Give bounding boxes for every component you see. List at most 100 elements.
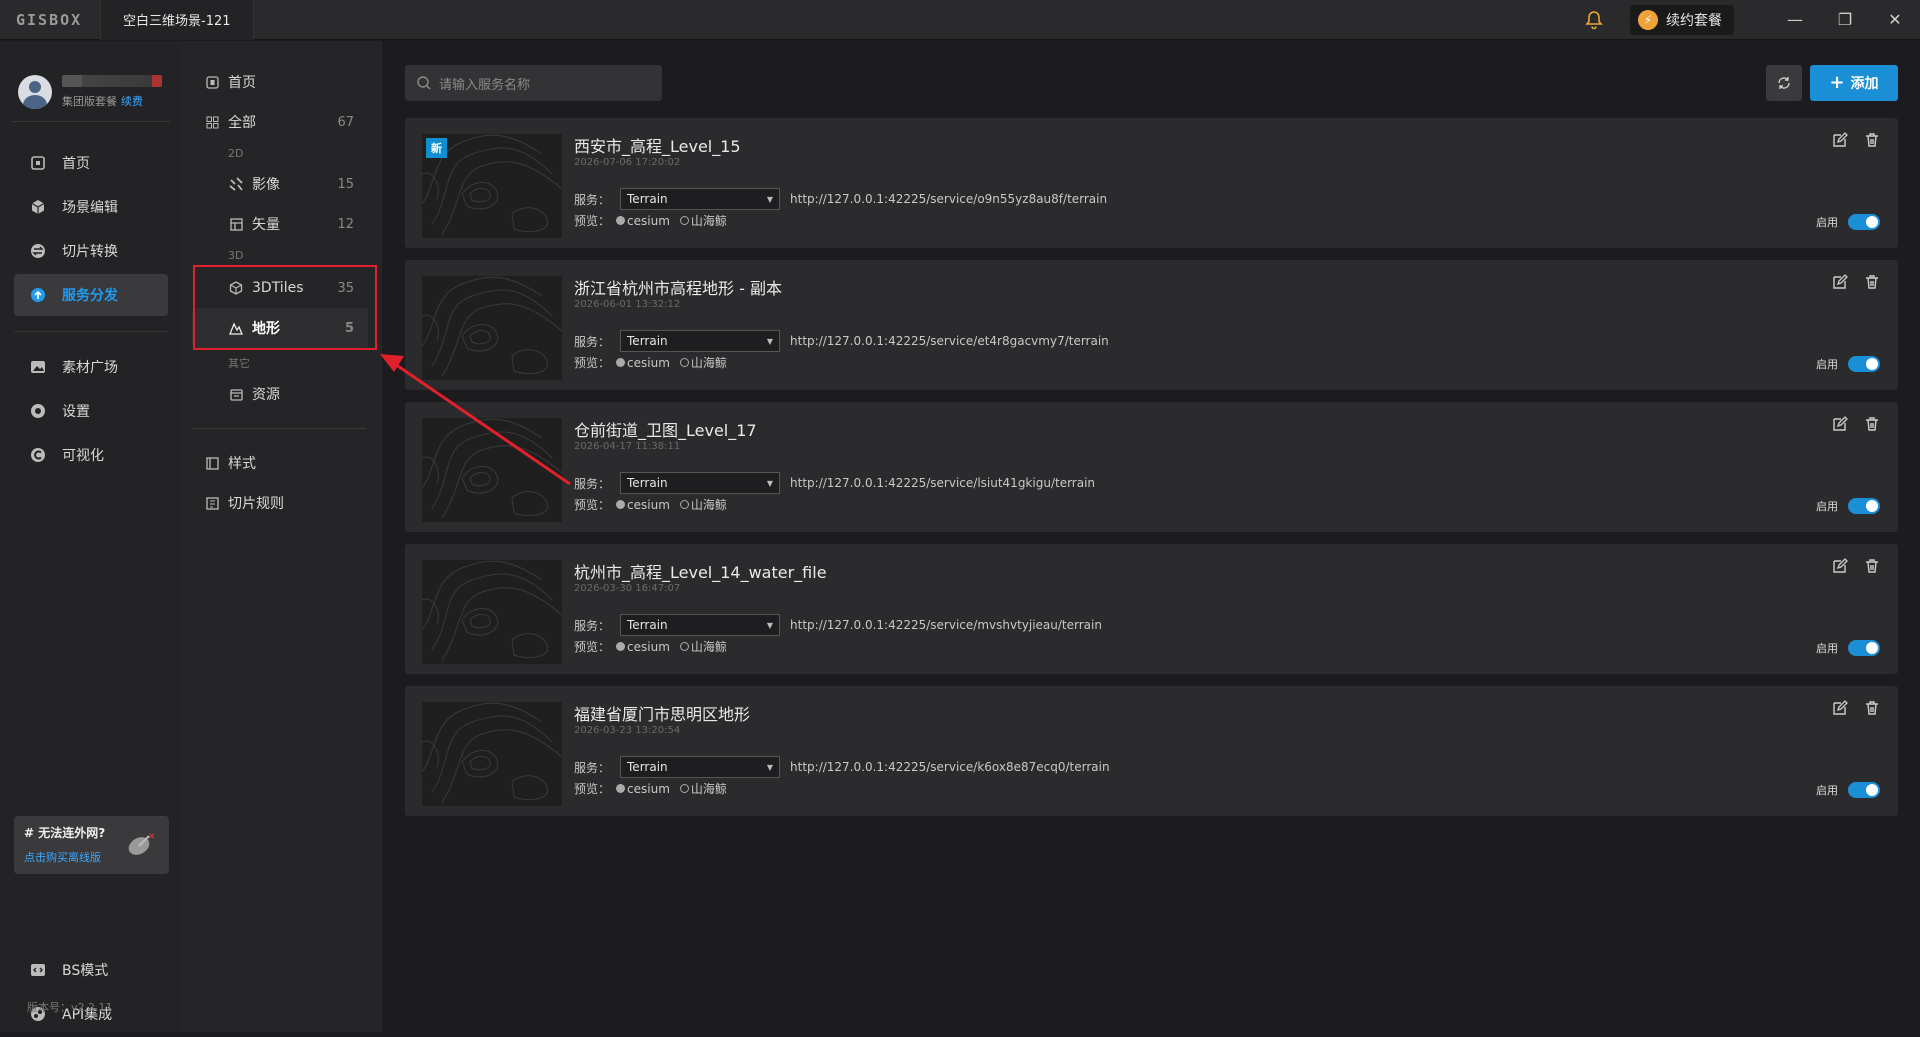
service-card[interactable]: 仓前街道_卫图_Level_17 2026-04-17 11:38:11 服务：… xyxy=(405,402,1898,532)
nav-tile-convert[interactable]: 切片转换 xyxy=(14,230,168,272)
cesium-icon xyxy=(616,642,626,651)
scene-tab[interactable]: 空白三维场景-121 xyxy=(100,0,254,40)
enable-label: 启用 xyxy=(1816,358,1838,371)
group-other: 其它 xyxy=(228,357,250,370)
preview-cesium-link[interactable]: cesium xyxy=(616,640,670,654)
refresh-button[interactable] xyxy=(1766,65,1802,101)
terrain-thumbnail xyxy=(422,276,562,380)
nav-settings[interactable]: 设置 xyxy=(14,390,168,432)
preview-shanhaijing-link[interactable]: 山海鲸 xyxy=(679,212,727,229)
main-content: 请输入服务名称 + 添加 新 西安市_高程_Level_15 2026-07-0… xyxy=(382,41,1920,1032)
service-card[interactable]: 福建省厦门市思明区地形 2026-03-23 13:20:54 服务： Terr… xyxy=(405,686,1898,816)
service-label: 服务： xyxy=(574,192,611,207)
service-card[interactable]: 杭州市_高程_Level_14_water_file 2026-03-30 16… xyxy=(405,544,1898,674)
user-profile[interactable]: 集团版套餐 续费 xyxy=(0,41,182,121)
enable-toggle[interactable] xyxy=(1848,214,1880,230)
service-url[interactable]: http://127.0.0.1:42225/service/mvshvtyji… xyxy=(790,618,1102,632)
plan-label: 集团版套餐 xyxy=(62,95,117,108)
enable-toggle[interactable] xyxy=(1848,498,1880,514)
service-url[interactable]: http://127.0.0.1:42225/service/k6ox8e87e… xyxy=(790,760,1110,774)
category-style[interactable]: 样式 xyxy=(182,443,382,483)
edit-icon[interactable] xyxy=(1832,558,1848,578)
preview-cesium-link[interactable]: cesium xyxy=(616,498,670,512)
terrain-thumbnail xyxy=(422,418,562,522)
category-all[interactable]: 全部 67 xyxy=(182,102,382,142)
service-date: 2026-03-30 16:47:07 xyxy=(574,583,681,594)
service-date: 2026-03-23 13:20:54 xyxy=(574,725,681,736)
renew-label: 续约套餐 xyxy=(1666,12,1722,29)
preview-shanhaijing-link[interactable]: 山海鲸 xyxy=(679,638,727,655)
preview-cesium-link[interactable]: cesium xyxy=(616,356,670,370)
edit-icon[interactable] xyxy=(1832,416,1848,436)
nav-bs-mode[interactable]: BS模式 xyxy=(14,949,168,991)
service-type-select[interactable]: Terrain ▼ xyxy=(620,330,781,352)
minimize-button[interactable]: — xyxy=(1770,0,1820,40)
close-button[interactable]: ✕ xyxy=(1870,0,1920,40)
group-2d: 2D xyxy=(228,146,244,160)
new-badge: 新 xyxy=(426,138,447,158)
category-home[interactable]: 首页 xyxy=(182,62,382,102)
edit-icon[interactable] xyxy=(1832,132,1848,152)
service-type-select[interactable]: Terrain ▼ xyxy=(620,756,781,778)
svg-text:✕: ✕ xyxy=(148,832,155,842)
plus-icon: + xyxy=(1829,72,1845,93)
preview-cesium-link[interactable]: cesium xyxy=(616,782,670,796)
service-type-select[interactable]: Terrain ▼ xyxy=(620,472,781,494)
terrain-thumbnail: 新 xyxy=(422,134,562,238)
edit-icon[interactable] xyxy=(1832,274,1848,294)
enable-toggle[interactable] xyxy=(1848,356,1880,372)
cesium-icon xyxy=(616,358,626,367)
terrain-thumbnail xyxy=(422,560,562,664)
enable-toggle[interactable] xyxy=(1848,640,1880,656)
delete-icon[interactable] xyxy=(1864,274,1880,294)
service-url[interactable]: http://127.0.0.1:42225/service/o9n55yz8a… xyxy=(790,192,1107,206)
category-resource[interactable]: 资源 xyxy=(182,374,382,414)
delete-icon[interactable] xyxy=(1864,700,1880,720)
search-placeholder: 请输入服务名称 xyxy=(439,77,531,93)
preview-shanhaijing-link[interactable]: 山海鲸 xyxy=(679,496,727,513)
service-card[interactable]: 浙江省杭州市高程地形 - 副本 2026-06-01 13:32:12 服务： … xyxy=(405,260,1898,390)
delete-icon[interactable] xyxy=(1864,416,1880,436)
nav-scene-edit[interactable]: 场景编辑 xyxy=(14,186,168,228)
bell-icon[interactable] xyxy=(1574,10,1614,30)
nav-visualization[interactable]: 可视化 xyxy=(14,434,168,476)
enable-label: 启用 xyxy=(1816,642,1838,655)
renew-link[interactable]: 续费 xyxy=(121,95,143,108)
preview-label: 预览： xyxy=(574,782,611,796)
grid-icon xyxy=(204,116,220,129)
category-tile-rules[interactable]: 切片规则 xyxy=(182,483,382,523)
shanhaijing-icon xyxy=(679,500,689,509)
preview-label: 预览： xyxy=(574,356,611,370)
nav-material-square[interactable]: 素材广场 xyxy=(14,346,168,388)
secondary-sidebar: 首页 全部 67 2D 影像 15 矢量 12 3D 3DTiles 35 地形 5 其它… xyxy=(182,41,382,1032)
service-url[interactable]: http://127.0.0.1:42225/service/et4r8gacv… xyxy=(790,334,1109,348)
restore-button[interactable]: ❐ xyxy=(1820,0,1870,40)
service-type-select[interactable]: Terrain ▼ xyxy=(620,188,781,210)
service-title: 杭州市_高程_Level_14_water_file xyxy=(574,563,827,582)
gear-icon xyxy=(28,401,48,421)
main-nav: 首页 场景编辑 切片转换 服务分发 素材广场 设置 可视化 xyxy=(0,122,182,476)
nav-service-dispatch[interactable]: 服务分发 xyxy=(14,274,168,316)
service-title: 仓前街道_卫图_Level_17 xyxy=(574,421,757,440)
delete-icon[interactable] xyxy=(1864,558,1880,578)
search-icon xyxy=(417,76,431,90)
service-card[interactable]: 新 西安市_高程_Level_15 2026-07-06 17:20:02 服务… xyxy=(405,118,1898,248)
service-title: 西安市_高程_Level_15 xyxy=(574,137,741,156)
offline-promo[interactable]: # 无法连外网? 点击购买离线版 ✕ xyxy=(14,816,169,874)
delete-icon[interactable] xyxy=(1864,132,1880,152)
add-button[interactable]: + 添加 xyxy=(1810,65,1898,101)
category-vector[interactable]: 矢量 12 xyxy=(182,204,382,244)
search-input[interactable]: 请输入服务名称 xyxy=(405,65,662,101)
edit-icon[interactable] xyxy=(1832,700,1848,720)
preview-shanhaijing-link[interactable]: 山海鲸 xyxy=(679,354,727,371)
chart-icon xyxy=(28,445,48,465)
preview-shanhaijing-link[interactable]: 山海鲸 xyxy=(679,780,727,797)
avatar[interactable] xyxy=(18,75,52,109)
enable-toggle[interactable] xyxy=(1848,782,1880,798)
category-imagery[interactable]: 影像 15 xyxy=(182,164,382,204)
renew-package-button[interactable]: ⚡ 续约套餐 xyxy=(1630,4,1734,35)
nav-home[interactable]: 首页 xyxy=(14,142,168,184)
preview-cesium-link[interactable]: cesium xyxy=(616,214,670,228)
service-url[interactable]: http://127.0.0.1:42225/service/lsiut41gk… xyxy=(790,476,1095,490)
service-type-select[interactable]: Terrain ▼ xyxy=(620,614,781,636)
